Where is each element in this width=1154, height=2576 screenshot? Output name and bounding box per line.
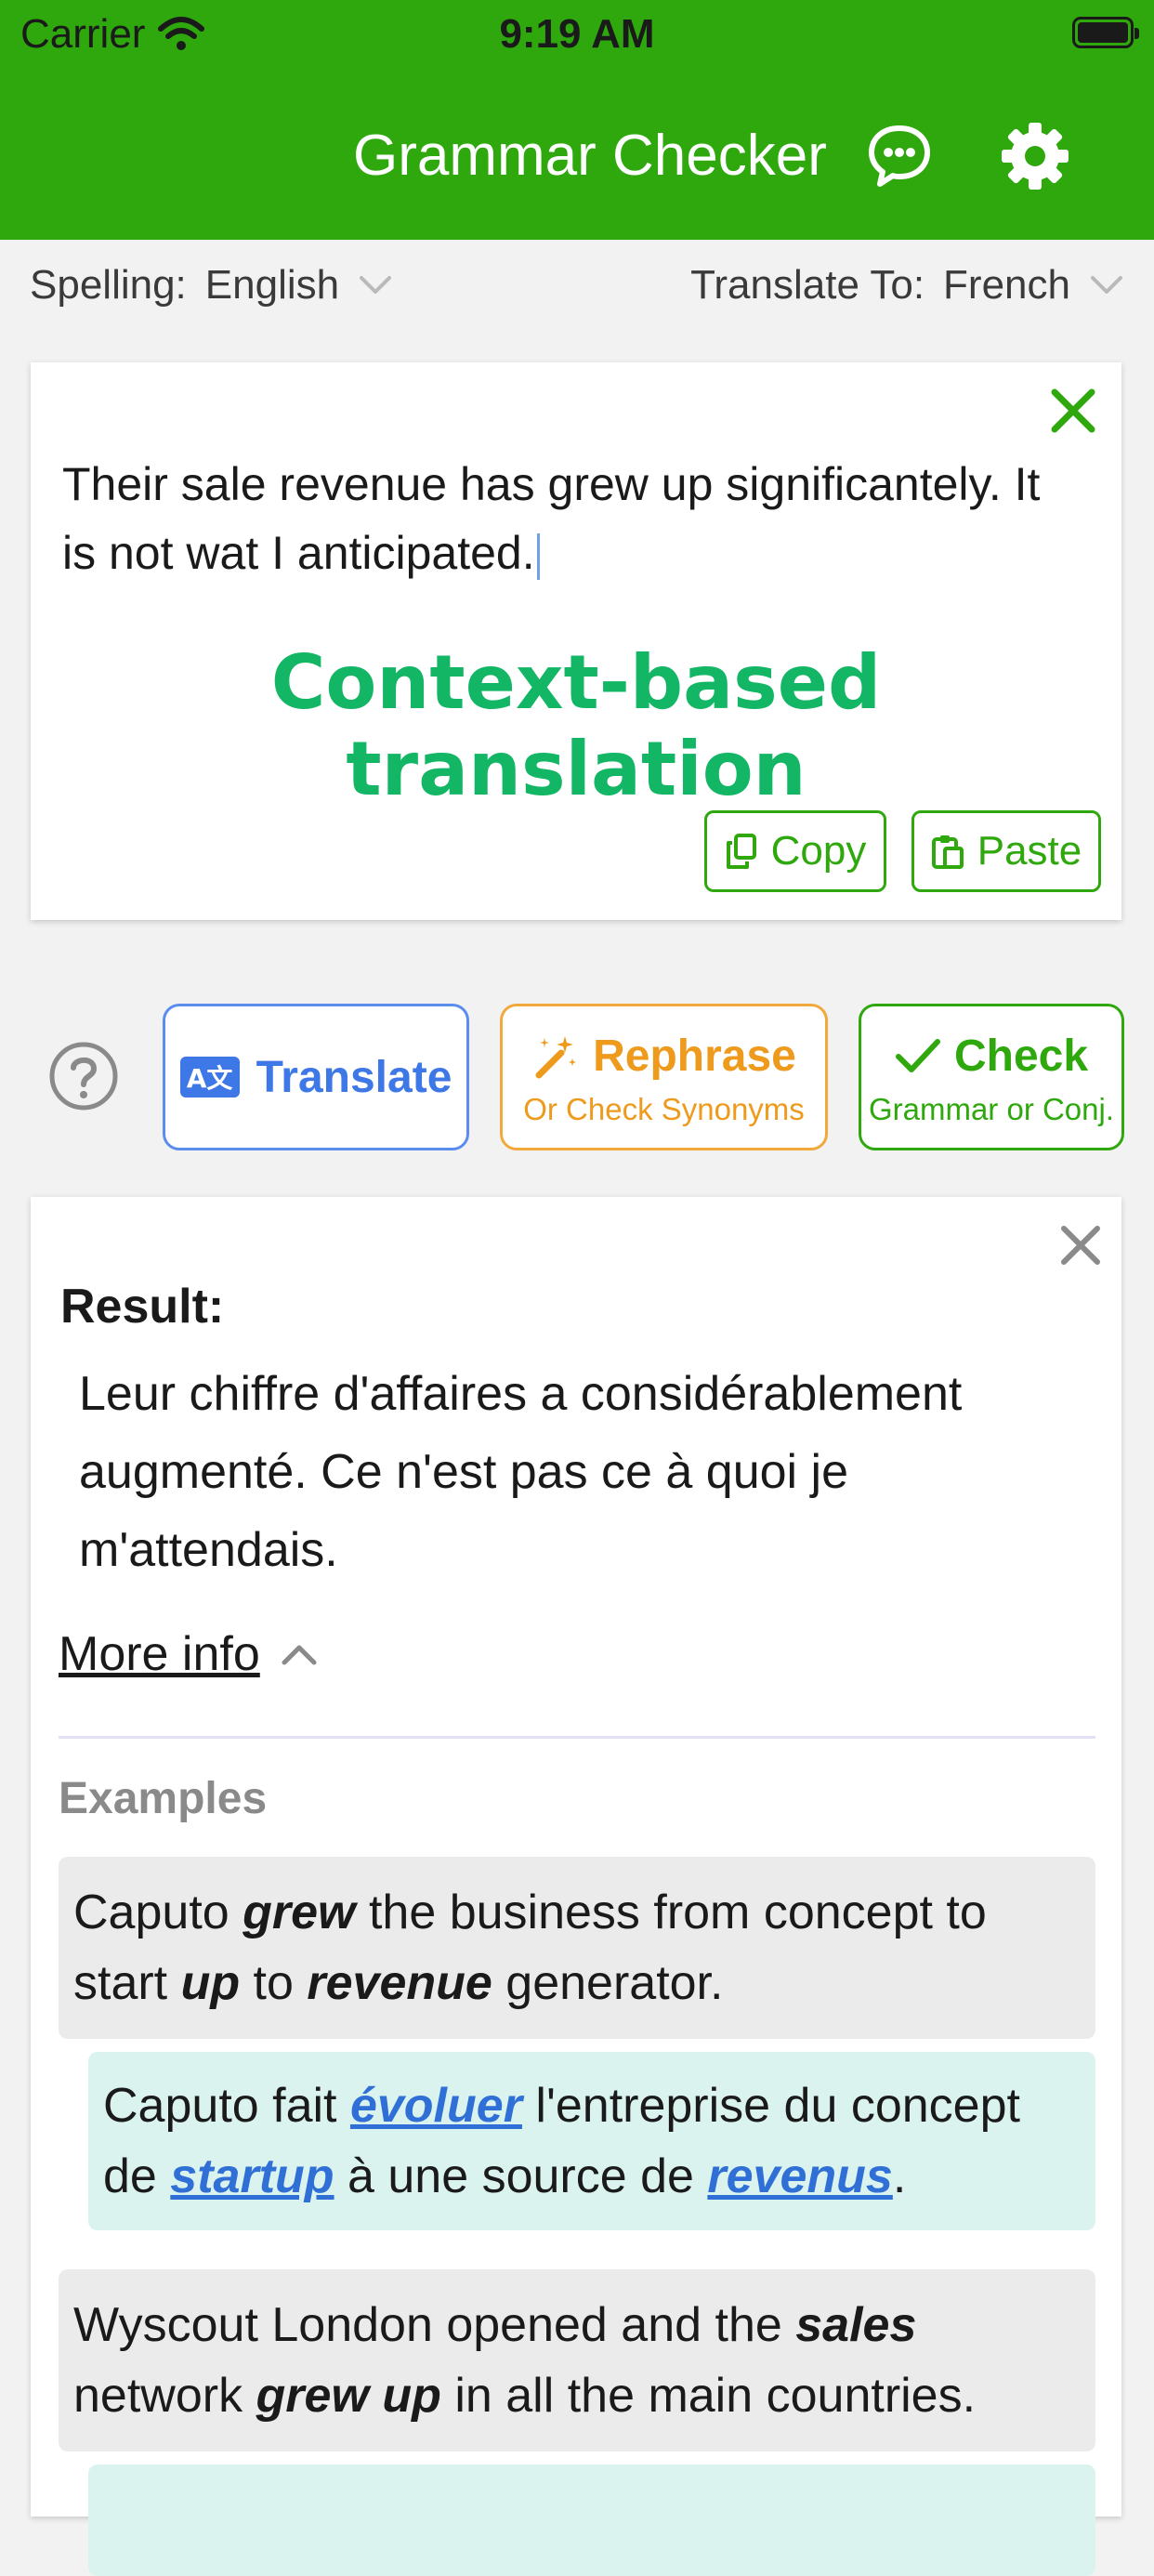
rephrase-button[interactable]: Rephrase Or Check Synonyms (500, 1004, 828, 1150)
input-text-value: Their sale revenue has grew up significa… (62, 458, 1041, 579)
translate-button[interactable]: A文 Translate (163, 1004, 469, 1150)
example-source: Caputo grew the business from concept to… (59, 1857, 1095, 2039)
paste-icon (931, 835, 964, 869)
divider (59, 1736, 1095, 1739)
language-bar: Spelling: English Translate To: French (0, 240, 1154, 333)
chevron-down-icon (360, 276, 392, 294)
checkmark-icon (895, 1038, 940, 1072)
copy-label: Copy (770, 828, 867, 874)
keyword-link[interactable]: startup (170, 2149, 334, 2203)
battery-icon (1072, 17, 1139, 48)
translate-to-selector[interactable]: Translate To: French (690, 262, 1124, 309)
page-title: Grammar Checker (353, 124, 827, 188)
rephrase-sub-label: Or Check Synonyms (523, 1092, 805, 1126)
check-sub-label: Grammar or Conj. (868, 1092, 1115, 1126)
keyword-highlight: up (180, 1956, 241, 2010)
check-grammar-button[interactable]: Check Grammar or Conj. (859, 1004, 1124, 1150)
chevron-up-icon (282, 1645, 317, 1665)
example-text: . (892, 2149, 907, 2203)
copy-icon (726, 834, 756, 869)
examples-label: Examples (59, 1774, 268, 1823)
translate-icon: A文 (179, 1057, 240, 1097)
promo-caption: Context-based translation (270, 639, 882, 812)
spelling-label: Spelling: (30, 262, 187, 308)
example-translation (88, 2464, 1095, 2576)
keyword-highlight: sales (795, 2298, 917, 2352)
translate-label: Translate (256, 1052, 452, 1102)
rephrase-label: Rephrase (593, 1032, 796, 1081)
example-text: to (240, 1956, 308, 2010)
more-info-toggle[interactable]: More info (59, 1626, 318, 1682)
example-text: network (73, 2369, 256, 2423)
keyword-highlight: revenue (307, 1956, 492, 2010)
copy-button[interactable]: Copy (704, 810, 886, 892)
example-text: Wyscout London opened and the (73, 2298, 796, 2352)
clear-input-icon[interactable] (1047, 385, 1099, 437)
translate-to-label: Translate To: (690, 262, 925, 308)
result-text: Leur chiffre d'affaires a considérableme… (79, 1367, 963, 1577)
translate-to-value: French (943, 262, 1070, 308)
chevron-down-icon (1091, 276, 1122, 294)
example-text: generator. (492, 1956, 724, 2010)
status-time: 9:19 AM (499, 11, 655, 57)
result-card: Result: Leur chiffre d'affaires a consid… (31, 1197, 1121, 2576)
result-label: Result: (60, 1280, 225, 1334)
input-card: Their sale revenue has grew up significa… (31, 362, 1121, 920)
spelling-selector[interactable]: Spelling: English (30, 262, 393, 309)
spelling-value: English (204, 262, 340, 308)
paste-button[interactable]: Paste (911, 810, 1101, 892)
chat-icon[interactable] (864, 121, 935, 191)
keyword-highlight: grew (243, 1886, 356, 1939)
keyword-highlight: grew up (256, 2369, 441, 2423)
example-text: Caputo fait (103, 2079, 350, 2133)
keyword-link[interactable]: revenus (707, 2149, 892, 2203)
text-caret (536, 532, 540, 580)
app-header: Carrier 9:19 AM Grammar Checker (0, 0, 1154, 240)
help-icon[interactable] (48, 1041, 119, 1111)
more-info-label: More info (59, 1627, 260, 1681)
example-source: Wyscout London opened and the sales netw… (59, 2269, 1095, 2451)
close-result-icon[interactable] (1055, 1219, 1107, 1271)
input-textarea[interactable]: Their sale revenue has grew up significa… (62, 450, 1084, 587)
paste-label: Paste (977, 828, 1082, 874)
magic-wand-icon (535, 1035, 577, 1078)
example-text: in all the main countries. (440, 2369, 977, 2423)
keyword-link[interactable]: évoluer (350, 2079, 522, 2133)
settings-icon[interactable] (1000, 121, 1070, 191)
example-text: à une source de (334, 2149, 708, 2203)
check-label: Check (953, 1032, 1089, 1081)
example-translation: Caputo fait évoluer l'entreprise du conc… (88, 2052, 1095, 2230)
example-text: Caputo (73, 1886, 243, 1939)
